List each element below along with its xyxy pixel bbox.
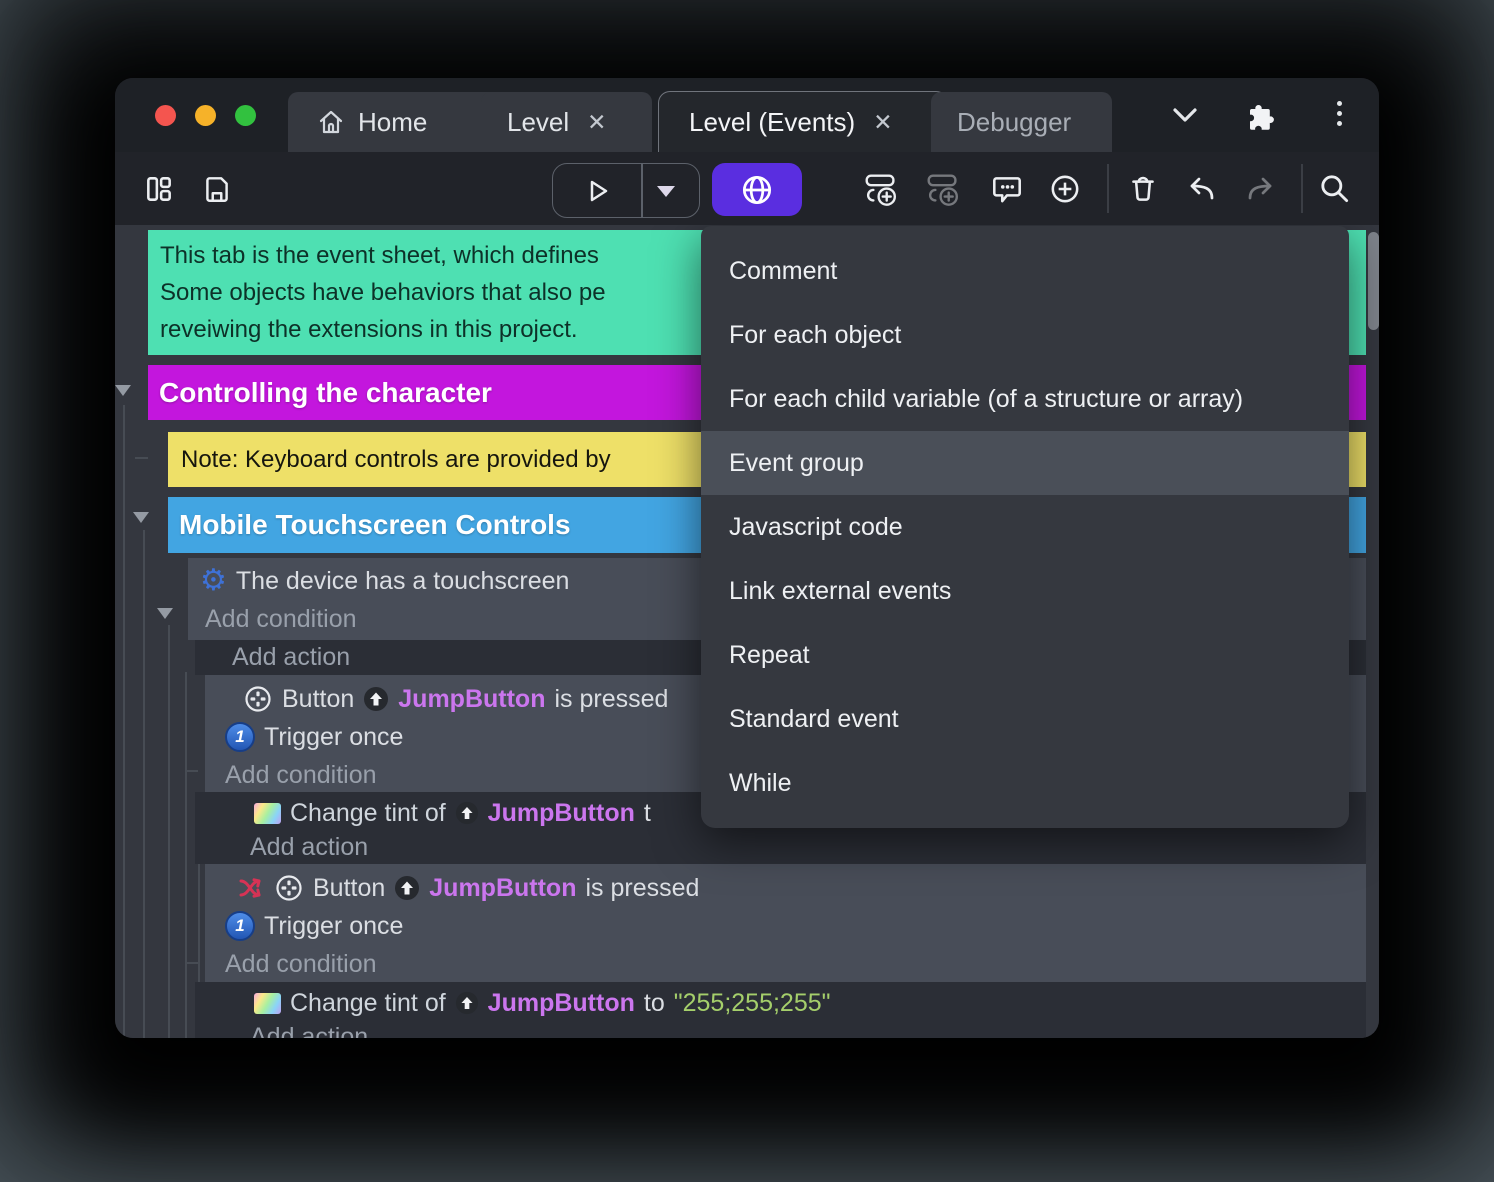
kebab-menu-icon[interactable] [1337,101,1342,126]
screenshot-stage: Home Level ✕ Level (Events) ✕ Debugger T… [0,0,1494,1182]
vertical-scrollbar[interactable] [1368,232,1379,330]
tab-level-events[interactable]: Level (Events) ✕ [658,91,948,153]
indent-tick [135,457,148,459]
add-action-link[interactable]: Add action [195,1021,1366,1038]
condition-row[interactable]: 1 Trigger once [205,907,1366,945]
menu-item-for-each-object[interactable]: For each object [701,303,1349,367]
trigger-once-icon: 1 [225,911,255,941]
indent-guide [168,625,170,1038]
add-subevent-icon[interactable] [923,170,963,208]
tint-icon [254,992,281,1014]
undo-icon[interactable] [1181,170,1221,208]
instance-name: JumpButton [398,684,546,713]
divider [641,164,643,217]
system-gear-icon: ⚙ [200,563,227,598]
dropdown-caret-icon[interactable] [657,186,675,197]
collapse-arrow-icon[interactable] [157,608,173,619]
event-block-jump-release[interactable]: Button JumpButton is pressed 1 Trigger o… [205,864,1366,982]
tab-close-icon[interactable]: ✕ [873,109,892,136]
gamepad-icon [274,873,304,903]
play-icon[interactable] [581,174,615,208]
tab-label: Level [507,106,570,137]
inverted-condition-icon [237,875,265,901]
tab-close-icon[interactable]: ✕ [587,109,606,136]
tab-home[interactable]: Home [288,92,501,152]
toolbar-separator [1301,164,1303,213]
tab-label: Debugger [957,106,1072,137]
object-name: Button [282,684,355,713]
play-split-button [552,163,700,218]
globe-icon [738,171,776,209]
indent-tick [186,770,198,772]
tab-level[interactable]: Level ✕ [481,92,652,152]
add-event-context-menu: Comment For each object For each child v… [701,226,1349,828]
plus-circle-icon[interactable] [1045,170,1085,208]
home-icon [316,107,346,137]
menu-item-for-each-child-variable[interactable]: For each child variable (of a structure … [701,367,1349,431]
add-action-link[interactable]: Add action [195,831,1366,864]
group-title: Controlling the character [159,376,492,408]
tab-label: Level (Events) [689,107,856,137]
comment-bubble-icon[interactable] [987,170,1027,208]
condition-text: The device has a touchscreen [235,566,570,595]
menu-item-javascript-code[interactable]: Javascript code [701,495,1349,559]
tab-label: Home [358,106,428,137]
trigger-once-icon: 1 [225,722,255,752]
chevron-down-icon[interactable] [1170,106,1200,126]
indent-guide [143,530,145,1038]
search-icon[interactable] [1315,170,1355,208]
collapse-arrow-icon[interactable] [133,512,149,523]
traffic-light-close[interactable] [155,105,176,126]
indent-guide [123,405,125,1038]
tab-bar: Home Level ✕ Level (Events) ✕ Debugger [115,78,1379,153]
menu-item-comment[interactable]: Comment [701,239,1349,303]
tab-debugger[interactable]: Debugger [931,92,1112,152]
layout-icon[interactable] [139,170,179,208]
group-title: Mobile Touchscreen Controls [179,509,571,540]
event-sheet: This tab is the event sheet, which defin… [115,225,1379,1038]
instance-up-arrow-icon [394,875,420,901]
indent-guide [185,672,187,1038]
note-text: Note: Keyboard controls are provided by [181,445,611,473]
action-row[interactable]: Change tint of JumpButton to "255;255;25… [195,985,1366,1021]
instance-up-arrow-icon [363,686,389,712]
globe-button[interactable] [712,163,802,216]
menu-item-standard-event[interactable]: Standard event [701,687,1349,751]
add-condition-link[interactable]: Add condition [205,945,1366,983]
puzzle-icon[interactable] [1247,102,1277,132]
app-window: Home Level ✕ Level (Events) ✕ Debugger T… [115,78,1379,1038]
toolbar-separator [1107,164,1109,213]
menu-item-event-group[interactable]: Event group [701,431,1349,495]
condition-row[interactable]: Button JumpButton is pressed [205,869,1366,907]
condition-predicate: is pressed [554,684,669,713]
tint-icon [254,802,281,824]
trash-icon[interactable] [1123,170,1163,208]
instance-up-arrow-icon [455,801,479,825]
menu-item-while[interactable]: While [701,751,1349,815]
indent-tick [186,962,198,964]
instance-up-arrow-icon [455,991,479,1015]
menu-item-link-external-events[interactable]: Link external events [701,559,1349,623]
collapse-arrow-icon[interactable] [115,385,131,396]
traffic-light-minimize[interactable] [195,105,216,126]
menu-item-repeat[interactable]: Repeat [701,623,1349,687]
condition-predicate: is pressed [585,873,700,902]
gamepad-icon [243,684,273,714]
action-area-jump-release[interactable]: Change tint of JumpButton to "255;255;25… [195,982,1366,1038]
save-icon[interactable] [197,170,237,208]
traffic-light-zoom[interactable] [235,105,256,126]
redo-icon[interactable] [1241,170,1281,208]
add-event-icon[interactable] [861,170,901,208]
toolbar [115,152,1379,225]
instance-name: JumpButton [429,873,577,902]
object-name: Button [313,873,386,902]
